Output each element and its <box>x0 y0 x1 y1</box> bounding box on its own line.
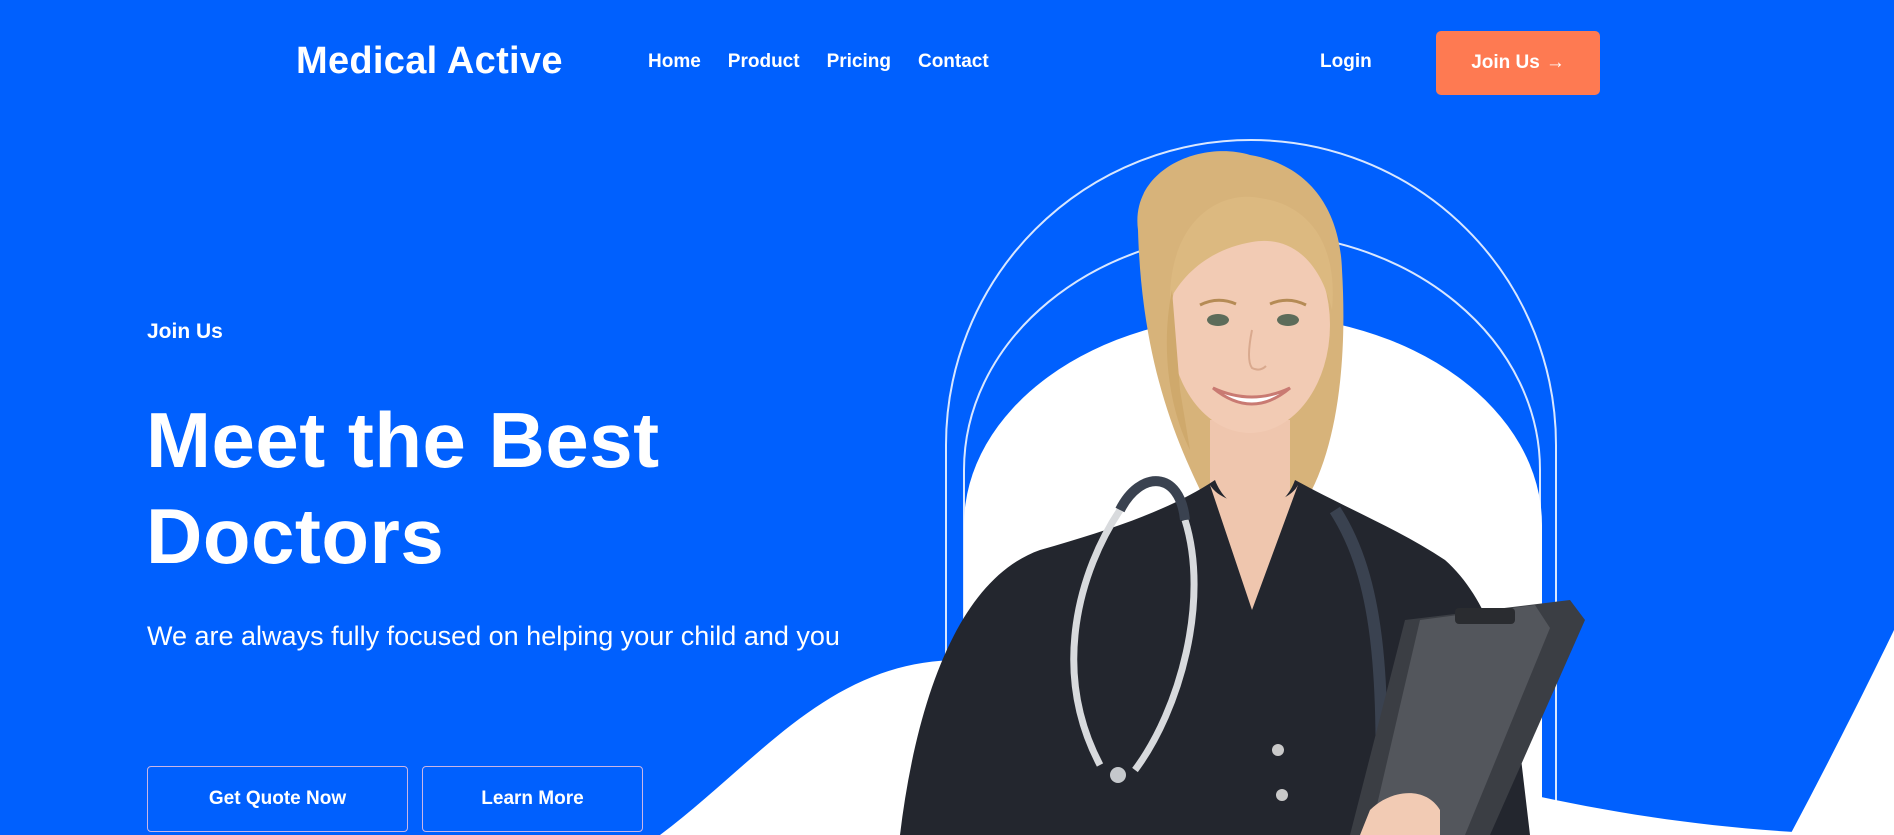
headline-line-1: Meet the Best <box>146 396 660 484</box>
nav-product[interactable]: Product <box>728 51 800 73</box>
hero-headline: Meet the Best Doctors <box>146 392 846 584</box>
hero-eyebrow: Join Us <box>147 320 223 343</box>
learn-more-button[interactable]: Learn More <box>422 766 643 832</box>
main-nav: Home Product Pricing Contact <box>648 51 989 73</box>
landing-page: Medical Active Home Product Pricing Cont… <box>0 0 1894 835</box>
arrow-right-icon: → <box>1545 52 1565 73</box>
login-link[interactable]: Login <box>1320 51 1372 73</box>
nav-contact[interactable]: Contact <box>918 51 989 73</box>
doctor-photo <box>900 151 1585 835</box>
headline-line-2: Doctors <box>146 492 445 580</box>
brand-logo[interactable]: Medical Active <box>296 40 563 83</box>
nav-home[interactable]: Home <box>648 51 701 73</box>
join-us-label: Join Us <box>1471 52 1540 73</box>
join-us-button[interactable]: Join Us → <box>1436 31 1600 95</box>
get-quote-button[interactable]: Get Quote Now <box>147 766 408 832</box>
nav-pricing[interactable]: Pricing <box>827 51 891 73</box>
hero-subtext: We are always fully focused on helping y… <box>147 621 840 651</box>
